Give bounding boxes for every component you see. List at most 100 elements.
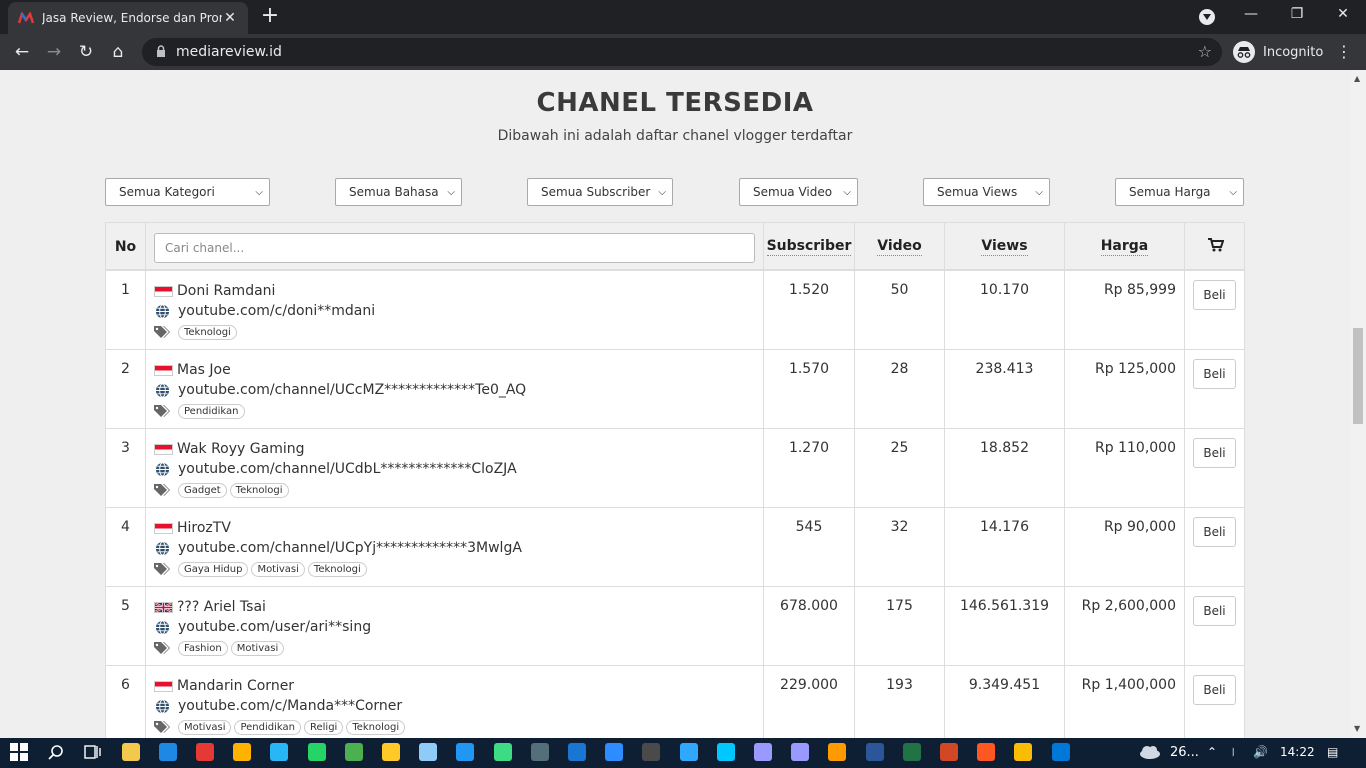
views-filter-select[interactable]: Semua Views ⌵	[923, 178, 1050, 206]
vscode-icon[interactable]	[456, 743, 475, 761]
chrome-alt-icon[interactable]	[382, 743, 400, 761]
buy-button[interactable]: Beli	[1193, 517, 1236, 547]
incognito-indicator[interactable]: Incognito	[1233, 39, 1323, 65]
category-tag[interactable]: Teknologi	[178, 324, 237, 340]
teamviewer-icon[interactable]	[568, 743, 586, 761]
chrome-profile-icon[interactable]	[1014, 743, 1033, 761]
notepad-icon[interactable]	[419, 743, 438, 761]
browser-tab[interactable]: Jasa Review, Endorse dan Promosi ✕	[8, 2, 248, 34]
telegram-icon[interactable]	[270, 743, 289, 761]
channel-name[interactable]: Mandarin Corner	[177, 678, 294, 694]
photos-icon[interactable]	[1051, 743, 1070, 761]
category-tag[interactable]: Religi	[303, 719, 344, 735]
buy-button[interactable]: Beli	[1193, 596, 1236, 626]
excel-icon[interactable]	[902, 743, 921, 761]
channel-url[interactable]: youtube.com/c/doni**mdani	[178, 303, 375, 319]
audition-icon[interactable]	[716, 743, 735, 761]
buy-button[interactable]: Beli	[1193, 438, 1236, 468]
channel-url[interactable]: youtube.com/channel/UCpYj*************3M…	[178, 540, 522, 556]
category-tag[interactable]: Motivasi	[230, 640, 285, 656]
scroll-down-icon[interactable]: ▼	[1354, 724, 1360, 733]
scroll-up-icon[interactable]: ▲	[1354, 74, 1360, 83]
task-view-icon[interactable]	[84, 743, 102, 761]
category-tag[interactable]: Motivasi	[251, 561, 305, 577]
back-button[interactable]: ←	[10, 40, 34, 64]
tab-search-icon[interactable]	[1199, 9, 1215, 25]
channel-url[interactable]: youtube.com/channel/UCdbL*************Cl…	[178, 461, 517, 477]
browser-menu-icon[interactable]: ⋮	[1336, 40, 1352, 64]
category-tag[interactable]: Pendidikan	[178, 403, 245, 419]
clock-time[interactable]: 14:22	[1280, 745, 1315, 759]
show-hidden-icons-icon[interactable]: ⌃	[1207, 745, 1217, 759]
buy-button[interactable]: Beli	[1193, 359, 1236, 389]
channel-name[interactable]: HirozTV	[177, 520, 231, 536]
word-icon[interactable]	[865, 743, 884, 761]
address-bar[interactable]: mediareview.id ☆	[142, 38, 1222, 66]
channel-name[interactable]: ??? Ariel Tsai	[177, 599, 266, 615]
category-tag[interactable]: Gaya Hidup	[178, 561, 249, 577]
close-window-button[interactable]: ✕	[1331, 6, 1355, 22]
reload-button[interactable]: ↻	[74, 40, 98, 64]
tab-close-icon[interactable]: ✕	[222, 10, 238, 26]
edge-icon[interactable]	[158, 743, 177, 761]
url-text: mediareview.id	[176, 44, 282, 60]
category-tag[interactable]: Teknologi	[229, 482, 289, 498]
forward-button[interactable]: →	[42, 40, 66, 64]
volume-icon[interactable]: 🔊	[1253, 745, 1268, 759]
language-filter-select[interactable]: Semua Bahasa ⌵	[335, 178, 462, 206]
file-explorer-icon[interactable]	[121, 743, 140, 761]
photoshop-icon[interactable]	[679, 743, 698, 761]
buy-button[interactable]: Beli	[1193, 675, 1236, 705]
video-filter-select[interactable]: Semua Video ⌵	[739, 178, 858, 206]
subscriber-filter-select[interactable]: Semua Subscriber ⌵	[527, 178, 673, 206]
windows-start-icon[interactable]	[10, 743, 28, 761]
category-tag[interactable]: Pendidikan	[234, 719, 301, 735]
table-header: No Cari chanel... Subscriber Video Views…	[106, 223, 1244, 271]
chrome-canary-icon[interactable]	[233, 743, 252, 761]
category-tag[interactable]: Motivasi	[178, 719, 232, 735]
header-video[interactable]: Video	[855, 223, 945, 271]
channel-url[interactable]: youtube.com/channel/UCcMZ*************Te…	[178, 382, 526, 398]
steam-icon[interactable]	[530, 743, 549, 761]
zoom-icon[interactable]	[605, 743, 624, 761]
channel-name[interactable]: Wak Royy Gaming	[177, 441, 304, 457]
home-button[interactable]: ⌂	[106, 40, 130, 64]
after-effects-icon[interactable]	[791, 743, 810, 761]
category-tag[interactable]: Teknologi	[307, 561, 367, 577]
channel-search-input[interactable]: Cari chanel...	[154, 233, 755, 263]
opera-icon[interactable]	[196, 743, 214, 761]
header-harga[interactable]: Harga	[1065, 223, 1185, 271]
powerpoint-icon[interactable]	[940, 743, 958, 761]
new-tab-button[interactable]: +	[259, 5, 281, 27]
views-value: 146.561.319	[945, 587, 1065, 666]
chrome-icon[interactable]	[344, 743, 363, 761]
bookmark-star-icon[interactable]: ☆	[1198, 42, 1212, 61]
category-tag[interactable]: Teknologi	[346, 719, 406, 735]
scrollbar-thumb[interactable]	[1353, 328, 1363, 424]
restore-button[interactable]: ❐	[1285, 6, 1309, 22]
category-tag[interactable]: Gadget	[178, 482, 227, 498]
page-scrollbar[interactable]: ▲ ▼	[1350, 70, 1366, 738]
price-filter-select[interactable]: Semua Harga ⌵	[1115, 178, 1244, 206]
whatsapp-icon[interactable]	[307, 743, 326, 761]
illustrator-icon[interactable]	[828, 743, 847, 761]
search-icon[interactable]	[47, 743, 65, 761]
header-views[interactable]: Views	[945, 223, 1065, 271]
category-tag[interactable]: Fashion	[178, 640, 228, 656]
premiere-icon[interactable]	[754, 743, 772, 761]
screen-recorder-icon[interactable]	[977, 743, 996, 761]
channel-url[interactable]: youtube.com/c/Manda***Corner	[178, 698, 402, 714]
buy-button[interactable]: Beli	[1193, 280, 1236, 310]
channel-url[interactable]: youtube.com/user/ari**sing	[178, 619, 371, 635]
channel-name[interactable]: Mas Joe	[177, 362, 231, 378]
android-studio-icon[interactable]	[493, 743, 512, 761]
weather-icon[interactable]	[1139, 744, 1161, 760]
minimize-button[interactable]: —	[1239, 6, 1263, 22]
weather-temp[interactable]: 26...	[1170, 745, 1199, 760]
channel-name[interactable]: Doni Ramdani	[177, 283, 275, 299]
obs-icon[interactable]	[642, 743, 661, 761]
header-subscriber[interactable]: Subscriber	[764, 223, 855, 271]
wifi-icon[interactable]: ⧘	[1232, 745, 1235, 760]
category-filter-select[interactable]: Semua Kategori ⌵	[105, 178, 270, 206]
notification-icon[interactable]: ▤	[1327, 745, 1338, 759]
